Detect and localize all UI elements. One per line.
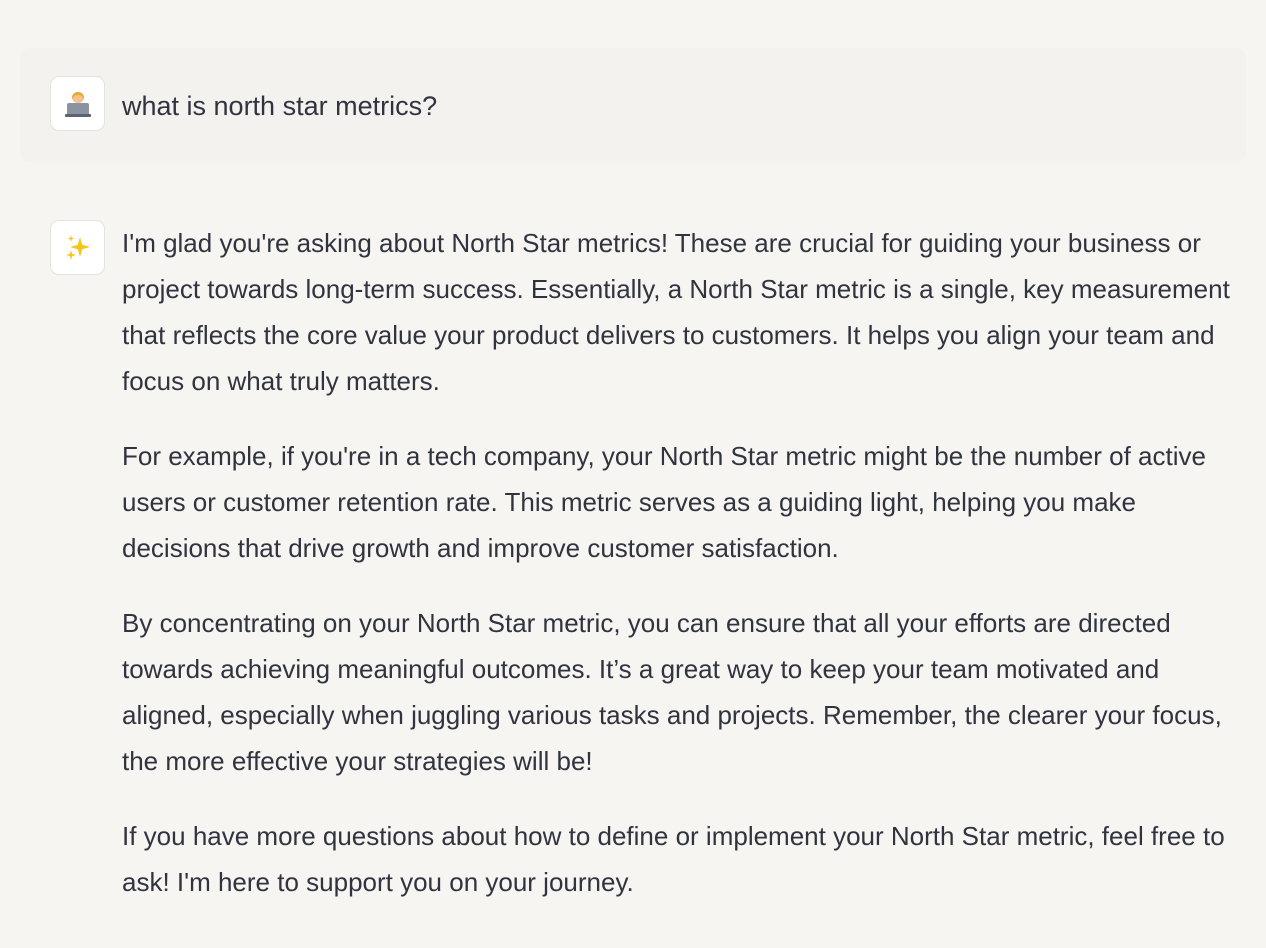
assistant-paragraph: I'm glad you're asking about North Star …: [122, 228, 1230, 396]
assistant-paragraph: For example, if you're in a tech company…: [122, 441, 1206, 563]
assistant-avatar: [50, 220, 105, 275]
user-message: what is north star metrics?: [20, 48, 1246, 162]
sparkles-icon: [63, 233, 93, 263]
chat-container: what is north star metrics? I'm glad you…: [0, 0, 1266, 948]
user-message-text: what is north star metrics?: [122, 91, 438, 121]
assistant-paragraph: By concentrating on your North Star metr…: [122, 608, 1222, 776]
assistant-message: I'm glad you're asking about North Star …: [20, 192, 1246, 922]
person-with-laptop-icon: [64, 90, 92, 118]
assistant-message-body: I'm glad you're asking about North Star …: [122, 220, 1246, 905]
assistant-paragraph: If you have more questions about how to …: [122, 821, 1225, 897]
user-avatar: [50, 76, 105, 131]
